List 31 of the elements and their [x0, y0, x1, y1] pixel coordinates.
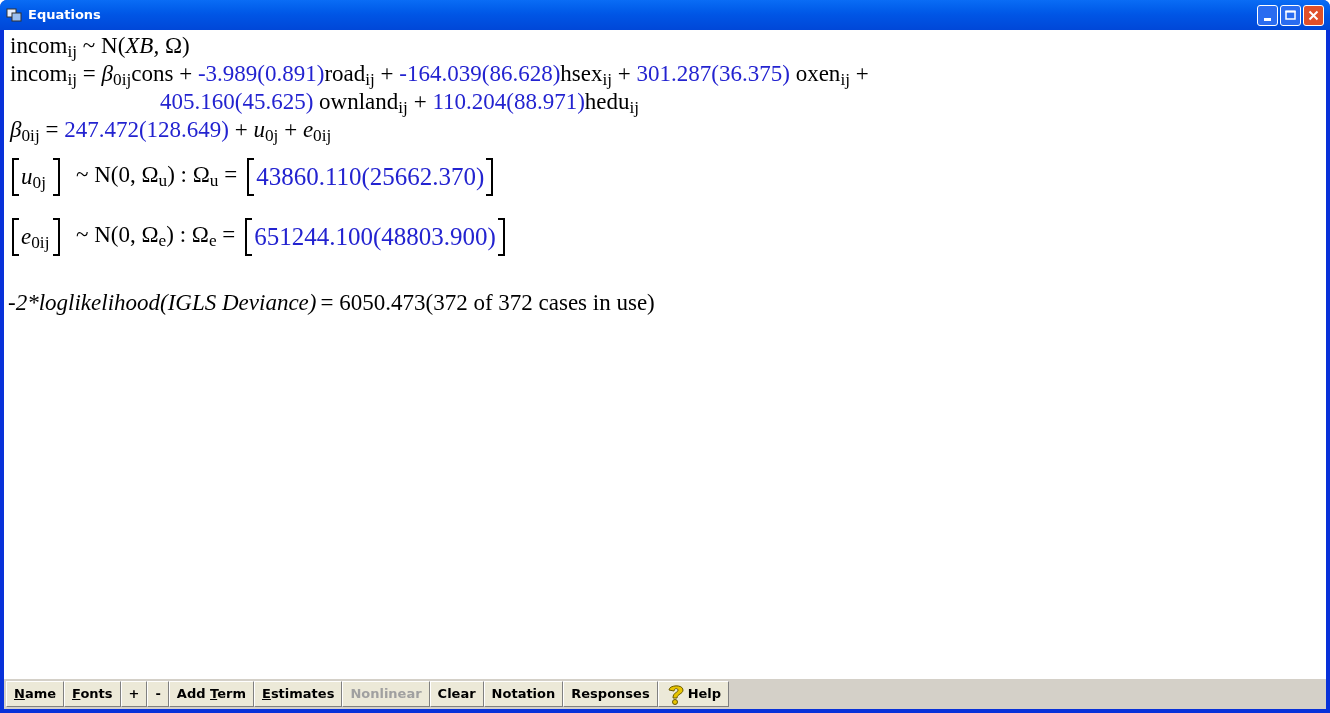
- deviance-value: = 6050.473(372 of 372 cases in use): [320, 289, 655, 317]
- equation-line: incom$_{ij}$ ~ N(XB, Ω): [10, 32, 190, 60]
- variance-matrix: 43860.110(25662.370): [247, 158, 494, 196]
- toolbar-button[interactable]: Add Term: [168, 681, 254, 707]
- random-effect-vector: u$_{0j}$: [12, 158, 60, 196]
- window-title: Equations: [28, 6, 101, 25]
- random-effect-vector: e$_{0ij}$: [12, 218, 60, 256]
- equation-line: β$_{0ij}$ = 247.472(128.649) + u$_{0j}$ + e$_{0ij}$: [10, 116, 332, 144]
- minimize-icon: [1264, 17, 1271, 21]
- close-button[interactable]: [1303, 4, 1324, 26]
- distribution-text: ~ N(0, Ω$_{e}$) : Ω$_{e}$ =: [76, 221, 236, 253]
- toolbar-button[interactable]: Clear: [429, 681, 484, 707]
- toolbar-button[interactable]: Responses: [563, 681, 658, 707]
- variance-matrix: 651244.100(48803.900): [245, 218, 505, 256]
- window-icon: [6, 8, 22, 22]
- distribution-text: ~ N(0, Ω$_{u}$) : Ω$_{u}$ =: [76, 161, 238, 193]
- toolbar-button[interactable]: Name: [6, 681, 65, 707]
- toolbar-button[interactable]: -: [147, 681, 169, 707]
- deviance-label: -2*loglikelihood(IGLS Deviance): [8, 289, 317, 317]
- equation-line: 405.160(45.625) ownland$_{ij}$ + 110.204(88.971)hedu$_{ij}$: [160, 89, 640, 116]
- toolbar-button[interactable]: Estimates: [254, 681, 343, 707]
- maximize-icon: [1285, 10, 1296, 20]
- toolbar-button[interactable]: +: [120, 681, 148, 707]
- equation-line: incom$_{ij}$ = β$_{0ij}$cons + -3.989(0.891)road$_{ij}$ + -164.039(86.628)hsex$_{ij}$ + 301.287(36.375) oxen$_{ij}$ +: [10, 61, 869, 88]
- question-mark-icon: [665, 683, 686, 705]
- close-icon: [1308, 9, 1319, 21]
- toolbar-button[interactable]: Help: [657, 681, 730, 707]
- toolbar-button[interactable]: Fonts: [64, 681, 121, 707]
- toolbar-button[interactable]: Notation: [483, 681, 564, 707]
- maximize-button[interactable]: [1280, 4, 1301, 26]
- minimize-button[interactable]: [1257, 4, 1278, 26]
